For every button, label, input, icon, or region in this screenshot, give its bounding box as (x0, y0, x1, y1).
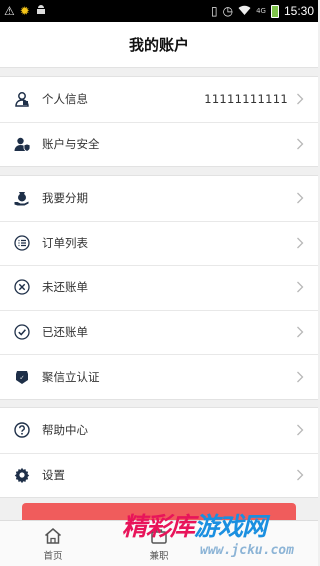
menu-item-personal-info[interactable]: 个人信息 11111111111 (0, 77, 318, 122)
status-bar-right: ▯ ◷ 4G 15:30 (211, 4, 314, 18)
hand-money-icon (14, 190, 30, 206)
chevron-right-icon (297, 424, 304, 436)
menu-item-installment[interactable]: 我要分期 (0, 176, 318, 221)
chevron-right-icon (297, 371, 304, 383)
home-icon (45, 527, 61, 544)
alarm-icon: ◷ (222, 4, 234, 18)
menu-item-help-center[interactable]: 帮助中心 (0, 408, 318, 453)
menu-item-paid-bills[interactable]: 已还账单 (0, 309, 318, 355)
chevron-right-icon (297, 93, 304, 105)
menu-item-account-security[interactable]: 账户与安全 (0, 121, 318, 167)
wifi-icon (238, 5, 251, 18)
chevron-right-icon (297, 192, 304, 204)
warning-icon: ⚠ (4, 4, 15, 18)
menu-item-settings[interactable]: 设置 (0, 452, 318, 498)
close-circle-icon (14, 279, 30, 296)
chevron-right-icon (297, 469, 304, 481)
header: 我的账户 (0, 22, 318, 68)
badge-icon: ✓ (14, 369, 30, 385)
menu-item-order-list[interactable]: 订单列表 (0, 220, 318, 266)
menu-item-label: 账户与安全 (42, 136, 100, 151)
menu-item-label: 帮助中心 (42, 423, 88, 438)
chevron-right-icon (297, 326, 304, 338)
job-icon (151, 528, 167, 544)
help-icon (14, 422, 30, 438)
support-group: 帮助中心 设置 (0, 407, 318, 499)
page-title: 我的账户 (128, 36, 189, 54)
orders-group: 我要分期 订单列表 未还账单 已还账单 ✓ 聚信立认证 (0, 175, 318, 400)
bottom-nav: 首页 兼职 (0, 520, 318, 566)
menu-item-label: 已还账单 (42, 325, 88, 340)
menu-item-label: 未还账单 (42, 280, 88, 295)
status-time: 15:30 (283, 4, 314, 18)
chevron-right-icon (297, 282, 304, 293)
account-group: 个人信息 11111111111 账户与安全 (0, 76, 318, 168)
svg-text:✓: ✓ (19, 374, 24, 381)
menu-item-label: 设置 (42, 467, 65, 482)
menu-item-label: 我要分期 (42, 191, 88, 206)
status-bar: ⚠ ✹ ▯ ◷ 4G 15:30 (0, 0, 318, 22)
sun-icon: ✹ (19, 4, 30, 18)
list-icon (14, 235, 30, 251)
chevron-right-icon (297, 237, 304, 249)
phone-number-value: 11111111111 (204, 92, 288, 107)
signal-icon: 4G (256, 6, 266, 15)
nav-item-jobs[interactable]: 兼职 (119, 526, 199, 562)
user-icon (14, 91, 30, 108)
user-shield-icon (14, 136, 30, 152)
status-bar-left: ⚠ ✹ (4, 4, 47, 18)
menu-item-juxinli-verify[interactable]: ✓ 聚信立认证 (0, 354, 318, 399)
menu-item-unpaid-bills[interactable]: 未还账单 (0, 265, 318, 310)
nav-label: 兼职 (149, 550, 169, 562)
android-icon (35, 4, 47, 18)
menu-item-label: 个人信息 (42, 92, 88, 107)
gear-icon (14, 467, 30, 483)
battery-icon (270, 4, 279, 18)
menu-item-label: 订单列表 (42, 235, 88, 250)
vibrate-icon: ▯ (210, 4, 218, 18)
menu-item-label: 聚信立认证 (42, 369, 100, 384)
check-circle-icon (14, 324, 30, 340)
nav-label: 首页 (43, 550, 63, 562)
chevron-right-icon (297, 138, 304, 150)
nav-item-home[interactable]: 首页 (13, 526, 93, 562)
